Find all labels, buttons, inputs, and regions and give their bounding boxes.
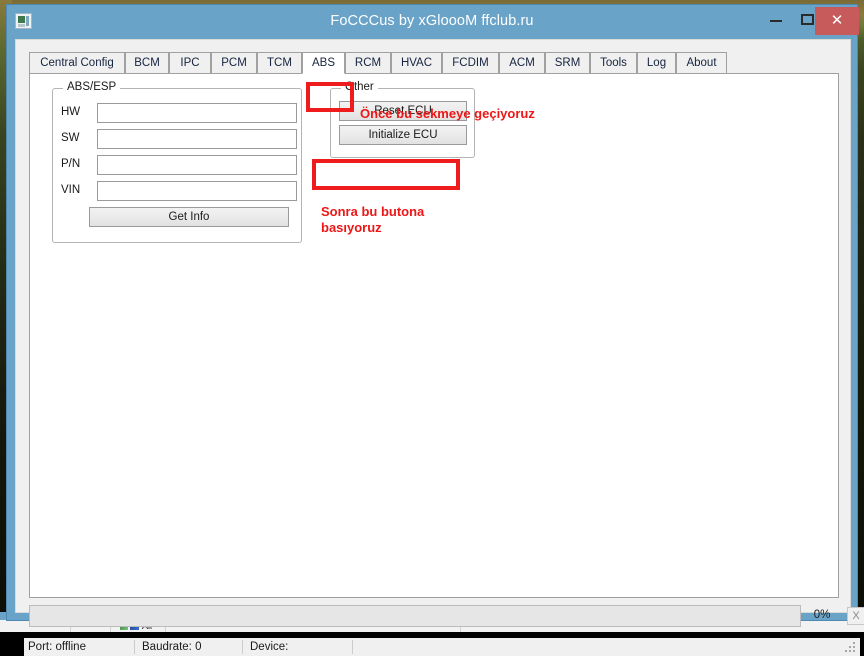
initialize-ecu-button[interactable]: Initialize ECU <box>339 125 467 145</box>
groupbox-other: Other Reset ECU Initialize ECU <box>330 81 475 158</box>
progress-percent-label: 0% <box>813 609 831 621</box>
window-titlebar[interactable]: FoCCCus by xGloooM ffclub.ru ✕ <box>7 5 859 39</box>
progress-bar <box>29 605 801 627</box>
tab-log[interactable]: Log <box>637 52 676 74</box>
annotation-step1-text: Önce bu sekmeye geçiyoruz <box>360 106 535 121</box>
minimize-icon <box>770 20 782 22</box>
groupbox-abs-esp-title: ABS/ESP <box>63 81 121 93</box>
main-window: FoCCCus by xGloooM ffclub.ru ✕ Central C… <box>6 4 864 656</box>
get-info-button[interactable]: Get Info <box>89 207 289 227</box>
tab-tcm[interactable]: TCM <box>257 52 302 74</box>
tab-abs[interactable]: ABS <box>302 52 345 74</box>
close-button[interactable]: ✕ <box>815 7 859 35</box>
progress-row: 0% X <box>29 605 864 627</box>
tab-fcdim[interactable]: FCDIM <box>442 52 499 74</box>
window-title: FoCCCus by xGloooM ffclub.ru <box>330 13 534 29</box>
tab-ipc[interactable]: IPC <box>169 52 211 74</box>
groupbox-other-title: Other <box>341 81 378 93</box>
tab-bcm[interactable]: BCM <box>125 52 169 74</box>
status-separator <box>134 640 135 654</box>
label-hw: HW <box>61 106 81 118</box>
tab-pcm[interactable]: PCM <box>211 52 257 74</box>
input-pn[interactable] <box>97 155 297 175</box>
status-baudrate: Baudrate: 0 <box>142 641 202 653</box>
status-separator <box>242 640 243 654</box>
status-bar: Port: offline Baudrate: 0 Device: <box>24 638 860 656</box>
close-icon: ✕ <box>830 12 844 29</box>
input-vin[interactable] <box>97 181 297 201</box>
window-client-area: Central Config BCM IPC PCM TCM ABS RCM HVAC FCDI… <box>15 39 864 656</box>
tab-central-config[interactable]: Central Config <box>29 52 125 74</box>
input-hw[interactable] <box>97 103 297 123</box>
label-pn: P/N <box>61 158 81 170</box>
tab-strip: Central Config BCM IPC PCM TCM ABS RCM HVAC FCDI… <box>29 52 839 74</box>
annotation-step2-text: Sonra bu butona basıyoruz <box>321 204 425 236</box>
tab-hvac[interactable]: HVAC <box>391 52 442 74</box>
groupbox-abs-esp: ABS/ESP HW SW P/N VIN Get Info <box>52 81 302 243</box>
tab-srm[interactable]: SRM <box>545 52 590 74</box>
status-separator <box>352 640 353 654</box>
tab-about[interactable]: About <box>676 52 727 74</box>
label-sw: SW <box>61 132 80 144</box>
tab-page-abs: ABS/ESP HW SW P/N VIN Get Info Other Res… <box>29 73 839 598</box>
label-vin: VIN <box>61 184 81 196</box>
tab-rcm[interactable]: RCM <box>345 52 391 74</box>
resize-grip[interactable] <box>845 642 857 654</box>
maximize-icon <box>801 14 814 25</box>
cancel-button[interactable]: X <box>847 607 864 625</box>
input-sw[interactable] <box>97 129 297 149</box>
status-port: Port: offline <box>28 641 86 653</box>
tab-tools[interactable]: Tools <box>590 52 637 74</box>
status-device: Device: <box>250 641 289 653</box>
tab-acm[interactable]: ACM <box>499 52 545 74</box>
